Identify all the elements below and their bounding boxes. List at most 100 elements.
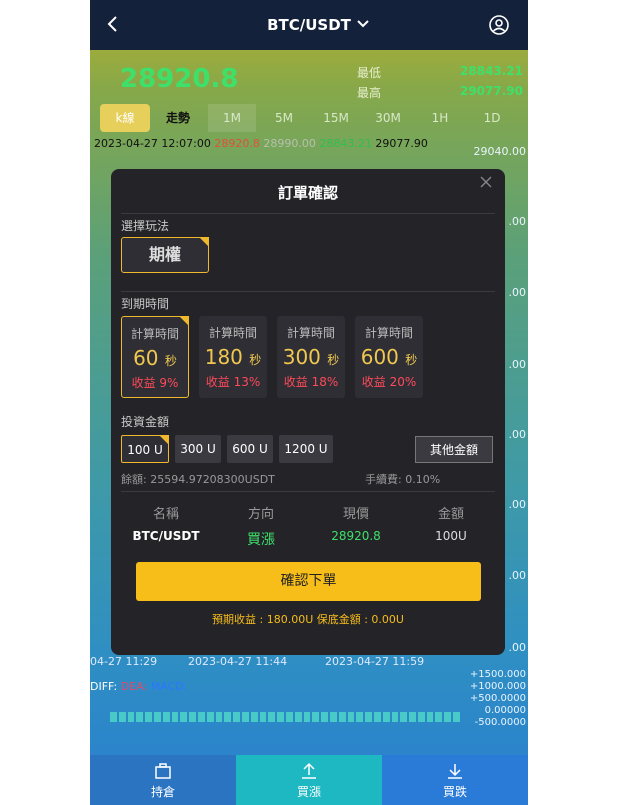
card-yield: 收益 9% [131,376,179,390]
expected-return-text: 預期收益 : 180.00U 保底金額 : 0.00U [212,613,404,626]
time-tick: 2023-04-27 11:59 [325,655,425,668]
other-amount-button[interactable]: 其他金額 [415,436,493,463]
tab-5m[interactable]: 5M [260,104,308,132]
divider [121,213,495,214]
order-confirm-dialog: 訂單確認 選擇玩法 期權 到期時間 計算時間 60 秒 收益 9% 計算時間 1… [111,169,505,655]
play-label: 選擇玩法 [121,219,170,233]
last-price: 28920.8 [120,64,239,94]
ohlc-high: 29077.90 [375,137,428,150]
card-unit: 秒 [249,353,262,367]
ohlc-close: 28990.00 [263,137,316,150]
time-tick: 2023-04-27 11:44 [188,655,288,668]
macd-histogram [110,712,460,722]
macd-label: MACD: [150,680,188,693]
price-tick: .00 [508,498,527,511]
col-price: 現價 [342,507,369,522]
tab-1m[interactable]: 1M [208,104,256,132]
expiry-card-300[interactable]: 計算時間 300 秒 收益 18% [277,316,345,398]
expiry-card-60[interactable]: 計算時間 60 秒 收益 9% [121,316,189,398]
chart-tabs: k線 走勢 1M 5M 15M 30M 1H 1D [90,104,528,132]
nav-buy-down-label: 買跌 [442,785,467,799]
price-tick: .00 [508,215,527,228]
low-label: 最低 [357,66,382,80]
tab-trend[interactable]: 走勢 [154,104,202,132]
selected-corner-icon [199,237,209,247]
amount-label: 100 U [127,443,163,457]
amount-300[interactable]: 300 U [175,435,221,463]
selected-corner-icon [159,435,169,445]
macd-tick: 0.00000 [484,705,526,716]
card-seconds: 60 [133,346,159,370]
macd-tick: +1000.000 [469,681,526,692]
card-unit: 秒 [327,353,340,367]
card-title: 計算時間 [364,326,413,340]
user-icon[interactable] [488,14,510,36]
nav-buy-down[interactable]: 買跌 [382,755,528,805]
card-seconds: 180 [204,345,243,369]
option-type-button[interactable]: 期權 [121,237,209,273]
card-title: 計算時間 [130,327,179,341]
upload-arrow-icon [302,762,316,779]
dea-label: DEA: [120,680,148,693]
low-value: 28843.21 [459,64,523,78]
balance-text: 餘額: 25594.97208300USDT [121,473,275,486]
tab-1d[interactable]: 1D [468,104,516,132]
top-bar: BTC/USDT [90,0,528,50]
amount-600[interactable]: 600 U [227,435,273,463]
tab-15m[interactable]: 15M [312,104,360,132]
nav-buy-up[interactable]: 買漲 [236,755,382,805]
card-yield: 收益 20% [361,375,417,389]
col-name: 名稱 [152,507,179,522]
fee-text: 手續費: 0.10% [365,473,441,486]
tab-kline[interactable]: k線 [100,104,150,132]
briefcase-icon [155,763,171,779]
dialog-title: 訂單確認 [277,184,338,202]
price-tick: .00 [508,428,527,441]
row-price: 28920.8 [331,529,381,543]
high-label: 最高 [357,86,382,100]
card-unit: 秒 [405,353,418,367]
amount-1200[interactable]: 1200 U [279,435,333,463]
macd-tick: +1500.000 [469,669,526,680]
price-tick: .00 [508,358,527,371]
confirm-order-button[interactable]: 確認下單 [136,562,481,601]
close-icon[interactable] [479,175,493,189]
divider [121,491,495,492]
expiry-card-180[interactable]: 計算時間 180 秒 收益 13% [199,316,267,398]
card-seconds: 600 [360,345,399,369]
nav-positions-label: 持倉 [150,785,175,799]
pair-title[interactable]: BTC/USDT [90,16,528,34]
price-tick: 29040.00 [473,145,527,158]
price-tick: .00 [508,569,527,582]
row-amount: 100U [435,529,467,543]
row-direction: 買漲 [247,532,275,548]
col-direction: 方向 [247,507,274,522]
amount-100[interactable]: 100 U [121,435,169,463]
ohlc-datetime: 2023-04-27 12:07:00 [94,137,211,150]
tab-30m[interactable]: 30M [364,104,412,132]
ohlc-info: 2023-04-27 12:07:00 28920.8 28990.00 288… [94,137,428,150]
diff-label: DIFF: [90,680,118,693]
ohlc-low: 28843.21 [319,137,372,150]
high-value: 29077.90 [459,84,523,98]
selected-corner-icon [179,316,189,326]
download-arrow-icon [448,764,462,779]
macd-legend: DIFF: DEA: MACD: [90,680,187,693]
col-amount: 金額 [437,507,464,522]
row-name: BTC/USDT [132,529,200,543]
expiry-card-600[interactable]: 計算時間 600 秒 收益 20% [355,316,423,398]
card-unit: 秒 [164,354,177,368]
chevron-down-icon[interactable] [356,17,370,31]
macd-tick: +500.0000 [469,693,526,704]
time-tick: 04-27 11:29 [90,655,158,668]
amount-label: 投資金額 [121,415,170,429]
card-yield: 收益 13% [205,375,261,389]
card-title: 計算時間 [286,326,335,340]
card-title: 計算時間 [208,326,257,340]
nav-positions[interactable]: 持倉 [90,755,236,805]
tab-1h[interactable]: 1H [416,104,464,132]
card-yield: 收益 18% [283,375,339,389]
bottom-nav: 持倉 買漲 買跌 [90,755,528,805]
macd-tick: -500.0000 [474,717,526,728]
divider [121,291,495,292]
